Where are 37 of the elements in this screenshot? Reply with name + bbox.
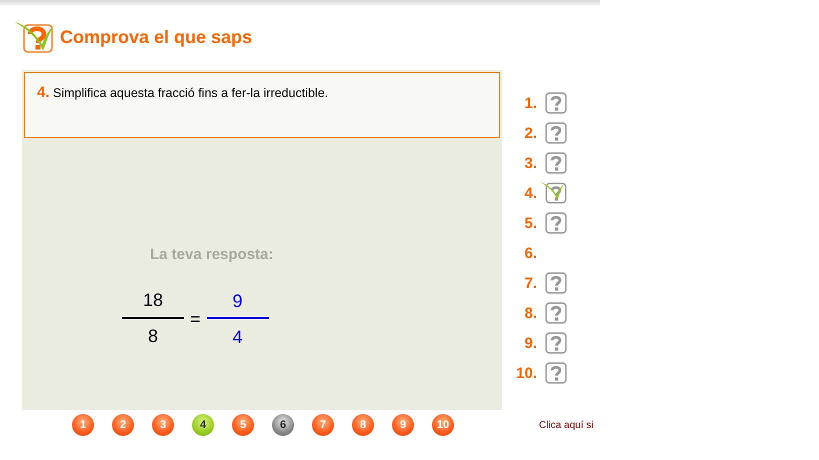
question-number: 4.: [523, 184, 537, 202]
question-button[interactable]: 10: [432, 414, 454, 436]
question-button[interactable]: 3: [152, 414, 174, 436]
page-title: Comprova el que saps: [60, 26, 252, 48]
question-mark-icon[interactable]: [545, 362, 567, 384]
question-number: 9.: [523, 334, 537, 352]
question-text: 4. Simplifica aquesta fracció fins a fer-la irreductible.: [37, 84, 330, 101]
question-number: 7.: [523, 274, 537, 292]
equals-sign: =: [190, 308, 201, 330]
numerator-field[interactable]: 9: [222, 289, 253, 313]
question-number: 5.: [523, 214, 537, 232]
question-button[interactable]: 6: [272, 414, 294, 436]
question-mark-icon[interactable]: [545, 302, 567, 324]
question-button[interactable]: 2: [112, 414, 134, 436]
question-button[interactable]: 5: [232, 414, 254, 436]
question-mark-icon[interactable]: [545, 332, 567, 354]
help-link[interactable]: Clica aquí si: [539, 420, 594, 430]
question-button[interactable]: 7: [312, 414, 334, 436]
numerator: 18: [142, 289, 164, 312]
question-mark-icon[interactable]: [545, 122, 567, 144]
question-number: 3.: [523, 154, 537, 172]
question-number: 8.: [523, 304, 537, 322]
question-mark-icon[interactable]: [545, 92, 567, 114]
question-number: 10.: [515, 364, 537, 382]
question-number: 1.: [523, 94, 537, 112]
question-mark-icon[interactable]: [545, 152, 567, 174]
question-mark-icon[interactable]: [545, 212, 567, 234]
denominator-field[interactable]: 4: [222, 325, 253, 349]
question-number: 6.: [523, 244, 537, 262]
question-button[interactable]: 9: [392, 414, 414, 436]
question-mark-icon[interactable]: [545, 272, 567, 294]
question-button[interactable]: 1: [72, 414, 94, 436]
question-button[interactable]: 8: [352, 414, 374, 436]
question-number: 2.: [523, 124, 537, 142]
denominator: 8: [148, 325, 158, 348]
question-button[interactable]: 4: [192, 414, 214, 436]
answer-prompt: La teva resposta:: [150, 246, 274, 263]
